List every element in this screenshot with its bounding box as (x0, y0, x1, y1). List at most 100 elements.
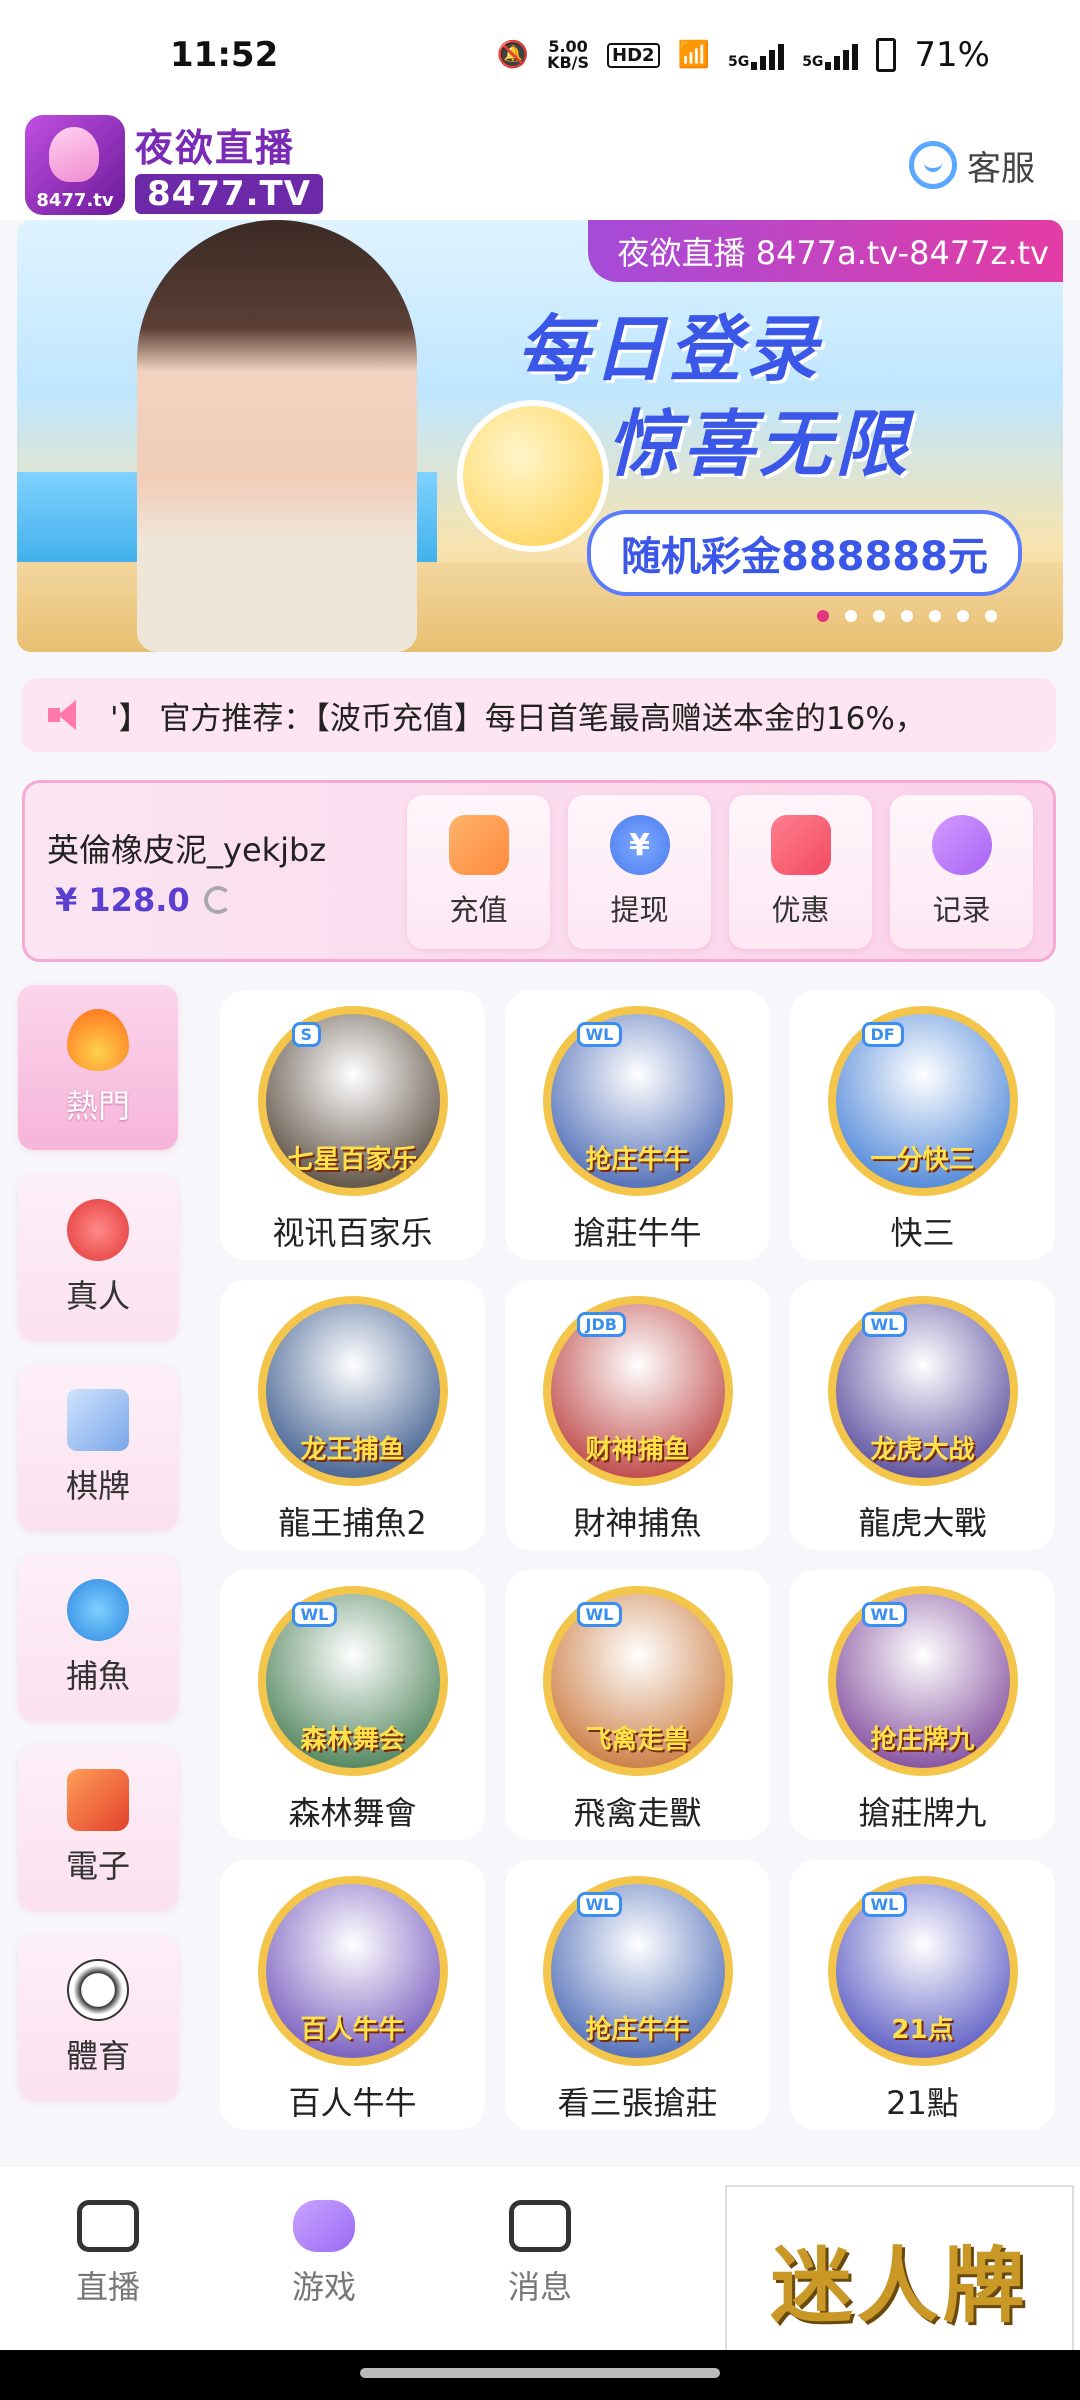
banner-prize: 随机彩金888888元 (587, 510, 1022, 596)
game-card[interactable]: 百人牛牛 百人牛牛 (220, 1860, 485, 2130)
promotions-button[interactable]: 优惠 (729, 795, 872, 949)
game-thumbnail: 龙虎大战 (827, 1296, 1018, 1486)
shark-icon (67, 1578, 129, 1641)
refresh-icon[interactable] (203, 886, 232, 914)
game-art-title: 21点 (891, 2015, 954, 2045)
speaker-icon (48, 700, 88, 730)
banner-tagline: 夜欲直播 8477a.tv-8477z.tv (587, 220, 1063, 282)
nav-messages[interactable]: 消息 (432, 2200, 648, 2308)
game-card[interactable]: WL 抢庄牛牛 看三張搶莊 (505, 1860, 770, 2130)
game-art-wrap: WL 飞禽走兽 (542, 1586, 733, 1776)
game-thumbnail: 抢庄牌九 (827, 1586, 1018, 1776)
category-chess-cards[interactable]: 棋牌 (18, 1365, 178, 1530)
status-bar: 11:52 🔕 5.00 KB/S HD2 📶 5G 5G 71% (0, 0, 1080, 110)
records-button[interactable]: 记录 (890, 795, 1033, 949)
game-name: 搶莊牛牛 (573, 1214, 702, 1252)
provider-badge: WL (291, 1602, 338, 1627)
customer-service-label: 客服 (967, 148, 1035, 189)
banner-dot[interactable] (845, 610, 857, 622)
logo-subtitle: 8477.TV (135, 173, 324, 214)
game-card[interactable]: 龙王捕鱼龍王捕魚2 (220, 1280, 485, 1550)
game-name: 21點 (886, 2084, 959, 2122)
game-card[interactable]: DF 一分快三 快三 (790, 990, 1055, 1260)
category-sports[interactable]: 體育 (18, 1935, 178, 2100)
game-card[interactable]: WL 飞禽走兽 飛禽走獸 (505, 1570, 770, 1840)
game-name: 龍王捕魚2 (278, 1504, 427, 1542)
provider-badge: WL (576, 1022, 623, 1047)
game-card[interactable]: WL 抢庄牛牛搶莊牛牛 (505, 990, 770, 1260)
provider-badge: WL (861, 1602, 908, 1627)
game-name: 搶莊牌九 (858, 1794, 987, 1832)
balance-amount: ¥ 128.0 (55, 881, 190, 919)
logo-badge: 8477.tv (25, 115, 125, 215)
category-sidebar: 熱門 真人 棋牌 捕魚 電子 體育 (18, 985, 184, 2125)
game-art-title: 飞禽走兽 (585, 1725, 690, 1755)
nav-games[interactable]: 游戏 (216, 2200, 432, 2308)
banner-dot[interactable] (985, 610, 997, 622)
message-icon (509, 2200, 571, 2252)
wifi-icon: 📶 (677, 40, 710, 70)
logo-lady-icon (49, 127, 99, 182)
gamepad-icon (931, 815, 992, 875)
announcement-text: '】 官方推荐：【波币充值】每日首笔最高赠送本金的16%， (110, 700, 926, 737)
soccer-ball-icon (67, 1958, 129, 2021)
status-icons: 🔕 5.00 KB/S HD2 📶 5G 5G 71% (497, 35, 990, 75)
banner-dot[interactable] (929, 610, 941, 622)
game-name: 財神捕魚 (573, 1504, 702, 1542)
floating-ad[interactable]: 迷人牌 (725, 2185, 1074, 2371)
banner-dot[interactable] (817, 610, 829, 622)
banner-pagination[interactable] (817, 610, 997, 622)
game-thumbnail: 一分快三 (827, 1006, 1018, 1196)
recharge-button[interactable]: 充值 (407, 795, 550, 949)
game-name: 视讯百家乐 (272, 1214, 433, 1252)
provider-badge: DF (861, 1022, 904, 1047)
game-card[interactable]: WL 抢庄牌九搶莊牌九 (790, 1570, 1055, 1840)
game-card[interactable]: WL 龙虎大战龍虎大戰 (790, 1280, 1055, 1550)
withdraw-button[interactable]: ¥ 提现 (568, 795, 711, 949)
game-art-wrap: WL 龙虎大战 (827, 1296, 1018, 1486)
customer-service-button[interactable]: 客服 (909, 141, 1035, 190)
category-slots[interactable]: 電子 (18, 1745, 178, 1910)
nav-live[interactable]: 直播 (0, 2200, 216, 2308)
promo-banner[interactable]: 夜欲直播 8477a.tv-8477z.tv 每日登录 惊喜无限 随机彩金888… (17, 220, 1063, 652)
banner-dot[interactable] (957, 610, 969, 622)
banner-dot[interactable] (873, 610, 885, 622)
game-art-wrap: 龙王捕鱼 (257, 1296, 448, 1486)
banner-model-image (137, 220, 417, 652)
yen-icon: ¥ (609, 815, 670, 875)
battery-icon (876, 38, 897, 72)
gamepad-icon (293, 2200, 355, 2252)
game-name: 龍虎大戰 (858, 1504, 987, 1542)
game-art-wrap: WL 森林舞会 (257, 1586, 448, 1776)
banner-headline-1: 每日登录 (517, 307, 822, 391)
game-thumbnail: 21点 (827, 1876, 1018, 2066)
provider-badge: S (291, 1022, 322, 1047)
home-indicator[interactable] (360, 2368, 720, 2378)
category-live[interactable]: 真人 (18, 1175, 178, 1340)
game-art-title: 森林舞会 (300, 1725, 405, 1755)
game-card[interactable]: WL 森林舞会森林舞會 (220, 1570, 485, 1840)
game-name: 森林舞會 (288, 1794, 417, 1832)
banner-dot[interactable] (901, 610, 913, 622)
chip-icon (67, 1198, 129, 1261)
flame-icon (67, 1008, 129, 1071)
banner-mascot-icon (457, 400, 609, 552)
game-thumbnail: 森林舞会 (257, 1586, 448, 1776)
game-art-wrap: WL 抢庄牛牛 (542, 1876, 733, 2066)
game-art-title: 龙王捕鱼 (300, 1435, 405, 1465)
app-logo[interactable]: 8477.tv 夜欲直播 8477.TV (25, 115, 324, 215)
ticket-icon (770, 815, 831, 875)
game-art-title: 抢庄牛牛 (585, 1145, 690, 1175)
game-card[interactable]: JDB 财神捕鱼 財神捕魚 (505, 1280, 770, 1550)
provider-badge: WL (861, 1312, 908, 1337)
wallet-icon (448, 815, 509, 875)
category-hot[interactable]: 熱門 (18, 985, 178, 1150)
wallet-actions: 充值 ¥ 提现 优惠 记录 (407, 795, 1033, 949)
game-card[interactable]: WL 21点 21點 (790, 1860, 1055, 2130)
game-thumbnail: 百人牛牛 (257, 1876, 448, 2066)
game-card[interactable]: S 七星百家乐 视讯百家乐 (220, 990, 485, 1260)
mute-icon: 🔕 (496, 40, 530, 70)
app-screen: 11:52 🔕 5.00 KB/S HD2 📶 5G 5G 71% 8477.t… (0, 0, 1080, 2400)
category-fishing[interactable]: 捕魚 (18, 1555, 178, 1720)
announcement-marquee[interactable]: '】 官方推荐：【波币充值】每日首笔最高赠送本金的16%， (22, 678, 1056, 752)
